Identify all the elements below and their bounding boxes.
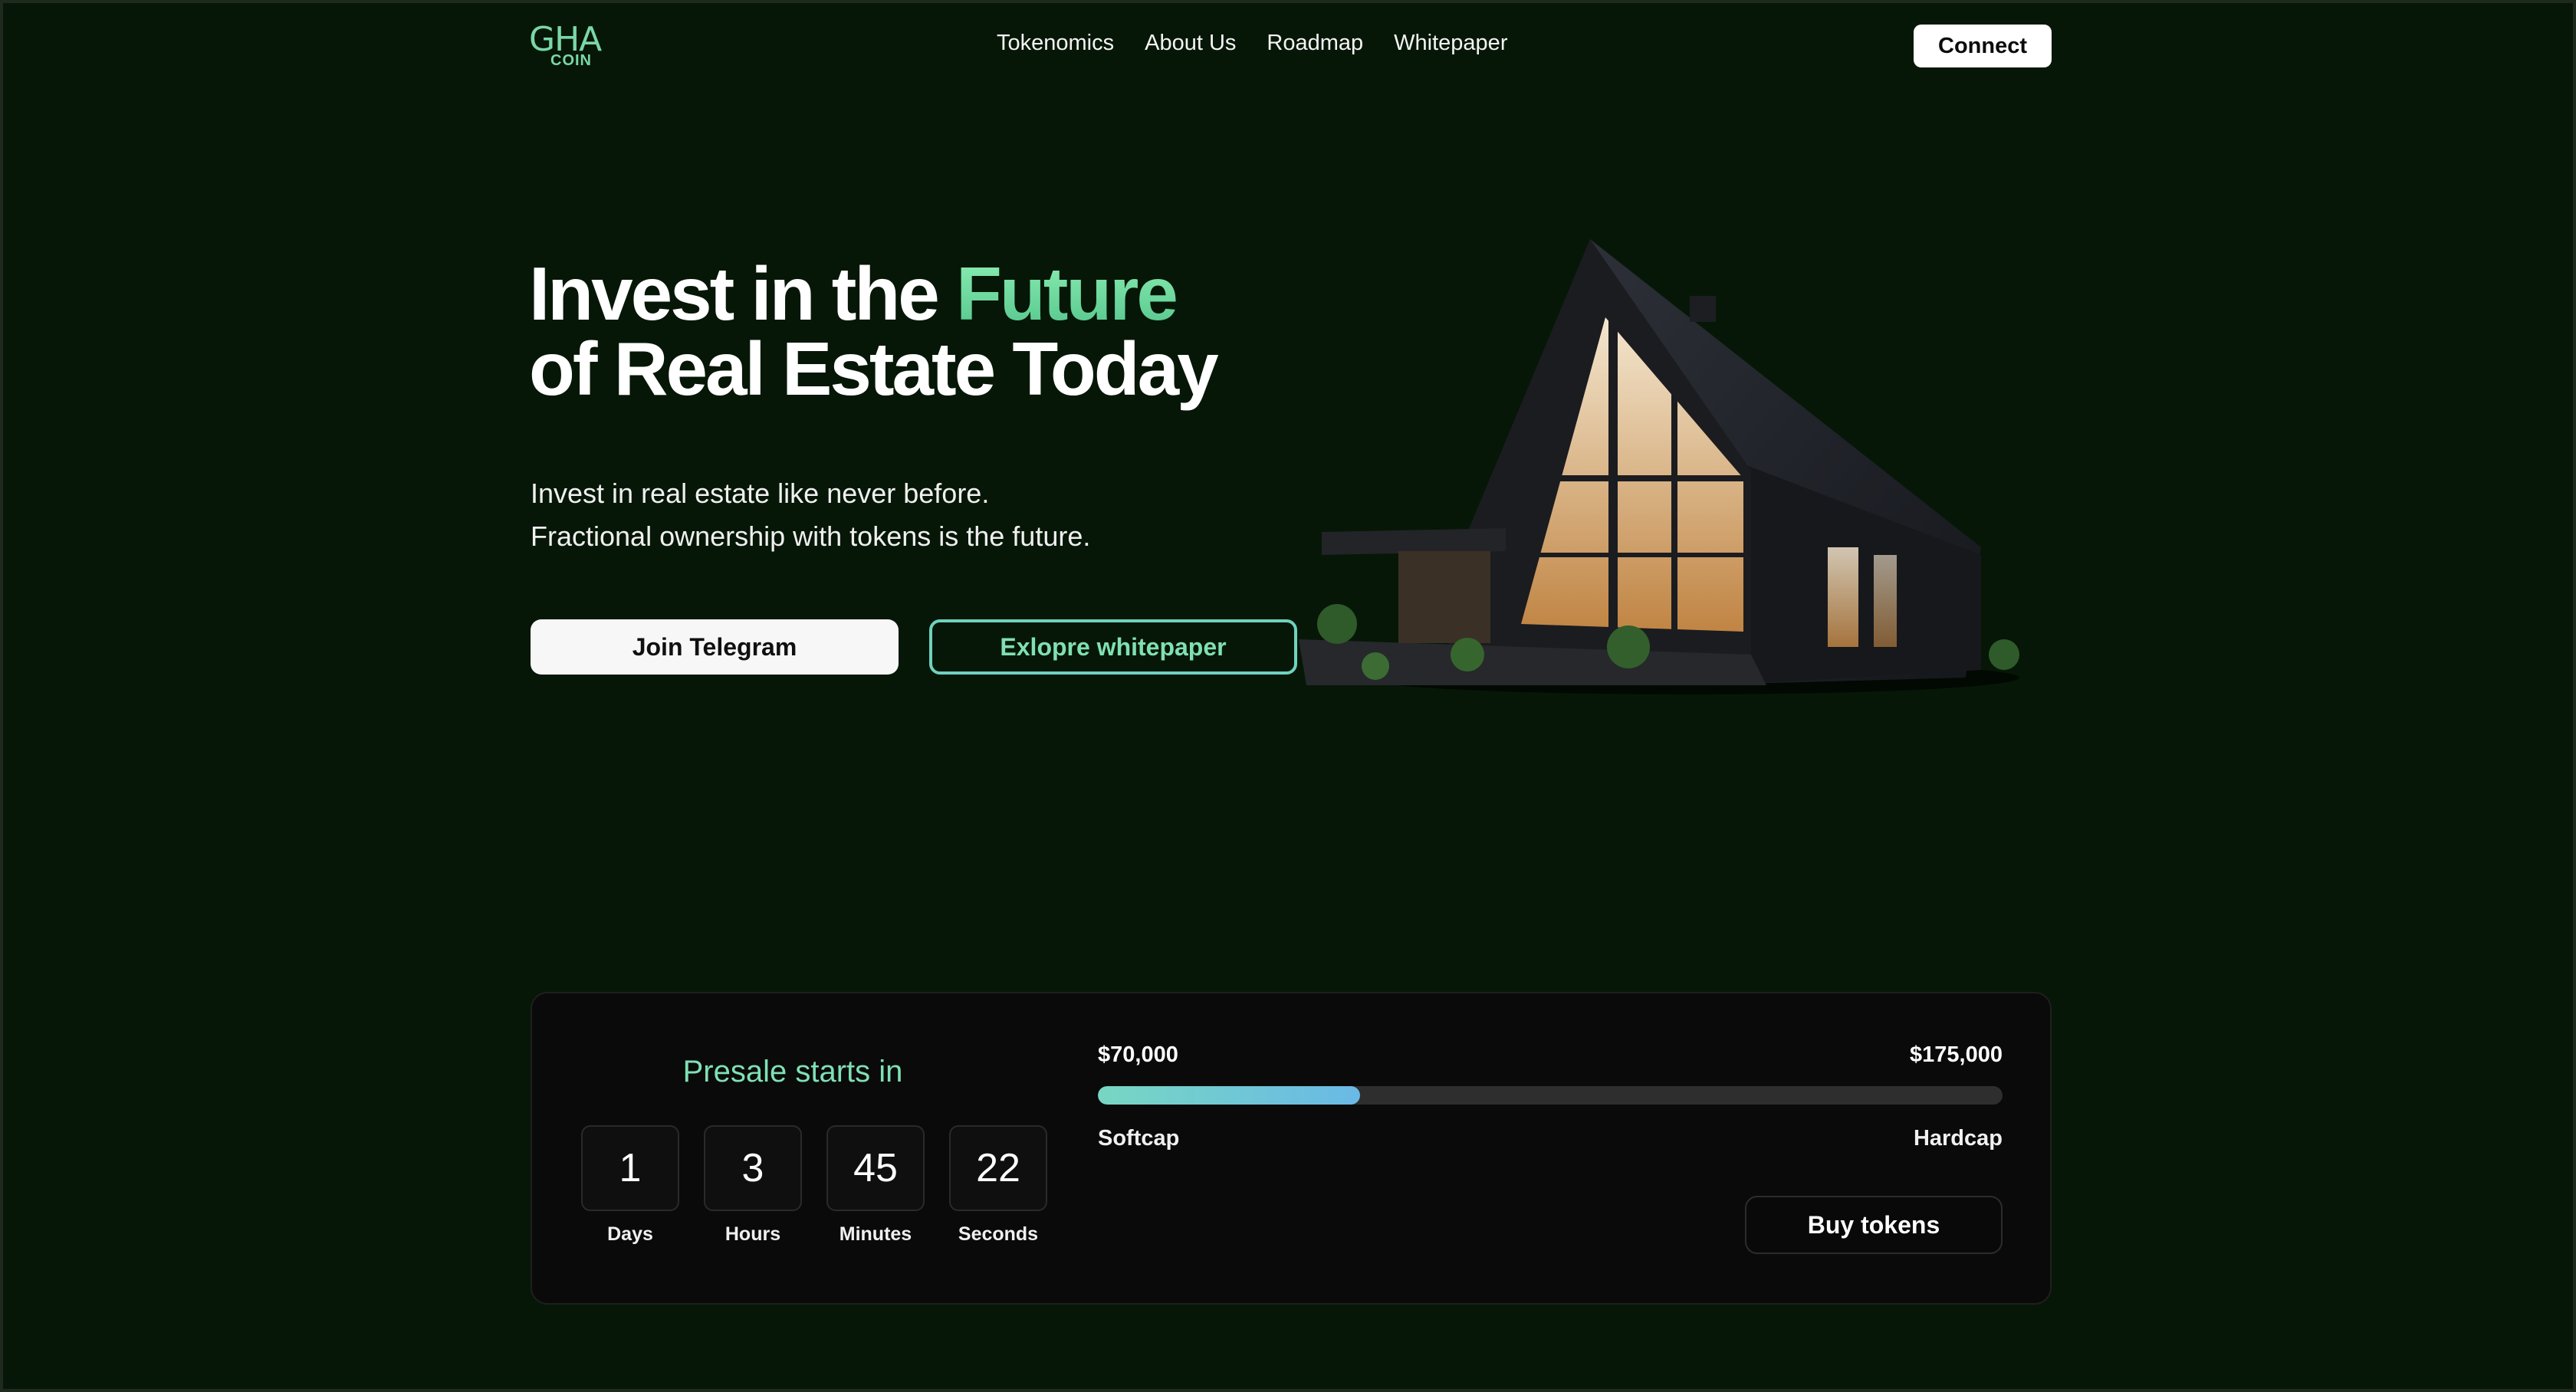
countdown-seconds-label: Seconds xyxy=(958,1223,1039,1245)
hero-title-line2: of Real Estate Today xyxy=(529,327,1219,411)
softcap-value: $70,000 xyxy=(1098,1042,1178,1067)
nav-about-us[interactable]: About Us xyxy=(1145,31,1236,56)
countdown-seconds-value: 22 xyxy=(949,1125,1047,1211)
presale-progress: $70,000 $175,000 Softcap Hardcap xyxy=(1098,1042,2003,1151)
countdown-minutes: 45 Minutes xyxy=(826,1125,925,1246)
hero-title-part1: Invest in the xyxy=(529,251,957,336)
explore-whitepaper-button[interactable]: Exlopre whitepaper xyxy=(929,619,1297,675)
countdown-days: 1 Days xyxy=(581,1125,679,1246)
softcap-label: Softcap xyxy=(1098,1126,1180,1151)
progress-values: $70,000 $175,000 xyxy=(1098,1042,2003,1068)
countdown-days-label: Days xyxy=(607,1223,653,1245)
countdown-hours-value: 3 xyxy=(704,1125,802,1211)
buy-tokens-button[interactable]: Buy tokens xyxy=(1745,1196,2003,1254)
progress-fill xyxy=(1098,1086,1361,1105)
hero-subtitle-line2: Fractional ownership with tokens is the … xyxy=(531,520,1091,552)
countdown: 1 Days 3 Hours 45 Minutes 22 Seconds xyxy=(581,1125,1047,1246)
logo-subtext: COIN xyxy=(550,52,592,69)
nav-tokenomics[interactable]: Tokenomics xyxy=(997,31,1114,56)
hardcap-label: Hardcap xyxy=(1913,1126,2003,1151)
hero-title: Invest in the Future of Real Estate Toda… xyxy=(529,256,1296,406)
hardcap-value: $175,000 xyxy=(1910,1042,2003,1067)
hero-subtitle: Invest in real estate like never before.… xyxy=(531,472,1297,558)
house-illustration xyxy=(1299,239,2019,694)
countdown-minutes-value: 45 xyxy=(826,1125,925,1211)
progress-labels: Softcap Hardcap xyxy=(1098,1126,2003,1151)
logo[interactable]: GHA COIN xyxy=(529,21,613,71)
countdown-minutes-label: Minutes xyxy=(839,1223,912,1245)
join-telegram-button[interactable]: Join Telegram xyxy=(531,619,899,675)
presale-card: Presale starts in 1 Days 3 Hours 45 Minu… xyxy=(531,992,2052,1305)
progress-track xyxy=(1098,1086,2003,1105)
nav-whitepaper[interactable]: Whitepaper xyxy=(1394,31,1507,56)
nav-roadmap[interactable]: Roadmap xyxy=(1267,31,1363,56)
connect-button[interactable]: Connect xyxy=(1914,25,2052,67)
hero-subtitle-line1: Invest in real estate like never before. xyxy=(531,478,990,509)
hero-title-accent: Future xyxy=(956,251,1178,336)
main-nav: Tokenomics About Us Roadmap Whitepaper xyxy=(997,31,1507,56)
countdown-hours: 3 Hours xyxy=(704,1125,802,1246)
presale-label: Presale starts in xyxy=(682,1055,903,1088)
page-frame: GHA COIN Tokenomics About Us Roadmap Whi… xyxy=(0,0,2576,1392)
countdown-seconds: 22 Seconds xyxy=(949,1125,1047,1246)
countdown-hours-label: Hours xyxy=(724,1223,781,1245)
countdown-days-value: 1 xyxy=(581,1125,679,1211)
